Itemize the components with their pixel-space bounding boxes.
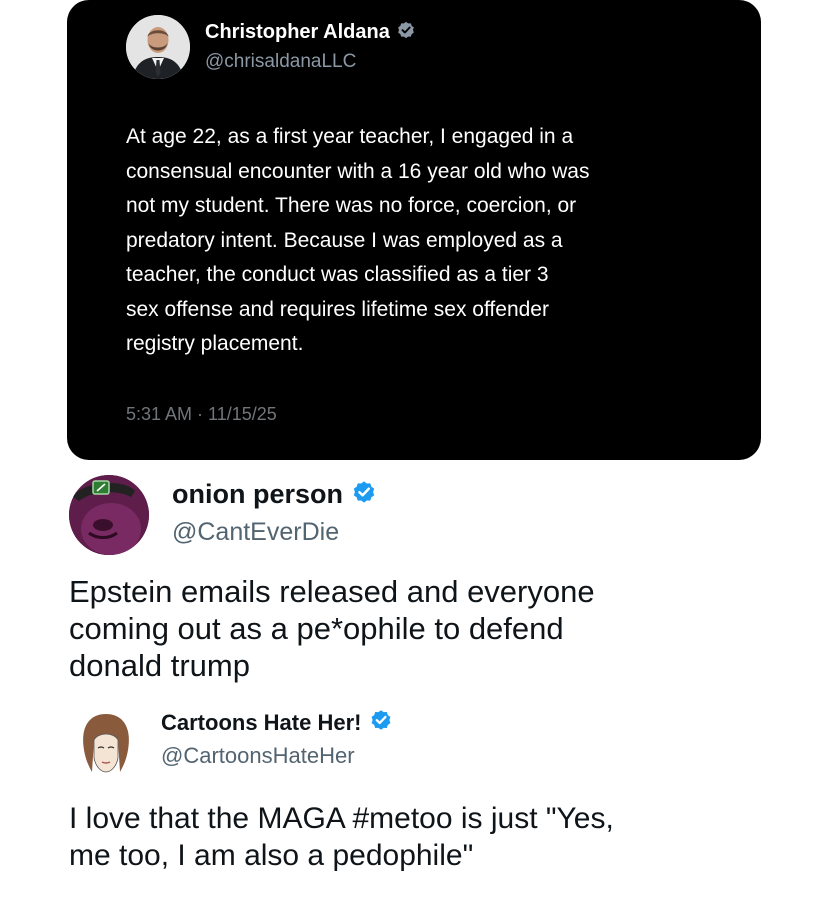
onion-person-handle[interactable]: @CantEverDie bbox=[172, 518, 339, 547]
text-line: consensual encounter with a 16 year old … bbox=[126, 159, 590, 183]
text-line: teacher, the conduct was classified as a… bbox=[126, 263, 549, 286]
onion-person-avatar[interactable] bbox=[69, 475, 149, 555]
onion-person-name[interactable]: onion person bbox=[172, 479, 343, 510]
cartoons-hate-her-avatar[interactable] bbox=[78, 710, 134, 778]
verified-badge-icon bbox=[369, 708, 393, 737]
text-line: Epstein emails released and everyone bbox=[69, 574, 595, 609]
text-line: coming out as a pe*ophile to defend bbox=[69, 611, 564, 646]
text-line: registry placement. bbox=[126, 332, 304, 355]
quoted-tweet-text: At age 22, as a first year teacher, I en… bbox=[126, 120, 746, 362]
text-line: I love that the MAGA #metoo is just "Yes… bbox=[69, 802, 614, 835]
quoted-tweet-timestamp[interactable]: 5:31 AM · 11/15/25 bbox=[126, 404, 277, 425]
text-line: not my student. There was no force, coer… bbox=[126, 194, 577, 217]
christopher-aldana-avatar[interactable] bbox=[126, 15, 190, 79]
quoted-tweet-card[interactable]: Christopher Aldana @chrisaldanaLLC At ag… bbox=[67, 0, 761, 460]
text-line: At age 22, as a first year teacher, I en… bbox=[126, 125, 574, 148]
text-line: predatory intent. Because I was employed… bbox=[126, 228, 563, 252]
text-line: donald trump bbox=[69, 648, 250, 683]
cartoons-hate-her-name[interactable]: Cartoons Hate Her! bbox=[161, 710, 361, 736]
verified-badge-icon bbox=[351, 479, 377, 510]
text-line: sex offense and requires lifetime sex of… bbox=[126, 297, 549, 321]
verified-badge-icon bbox=[396, 20, 416, 45]
cartoons-hate-her-handle[interactable]: @CartoonsHateHer bbox=[161, 743, 355, 769]
quoted-author-name[interactable]: Christopher Aldana bbox=[205, 21, 390, 44]
cartoons-hate-her-tweet-text: I love that the MAGA #metoo is just "Yes… bbox=[69, 800, 809, 874]
onion-person-tweet-text: Epstein emails released and everyone com… bbox=[69, 573, 769, 684]
quoted-author-handle[interactable]: @chrisaldanaLLC bbox=[205, 51, 356, 73]
text-line: me too, I am also a pedophile" bbox=[69, 839, 474, 872]
